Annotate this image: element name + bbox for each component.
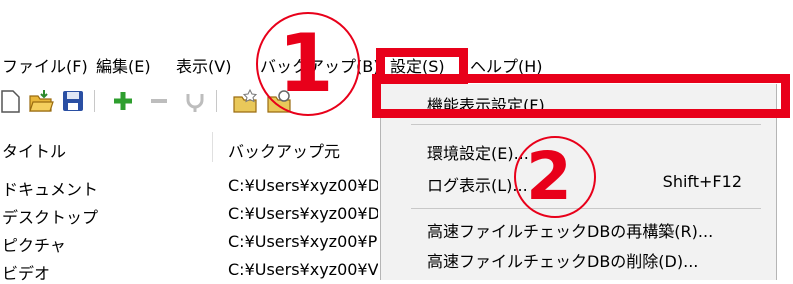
menu-item-label: 高速ファイルチェックDBの再構築(R)...	[427, 222, 714, 241]
filter-icon[interactable]	[182, 88, 208, 114]
menu-item-delete-check-db[interactable]: 高速ファイルチェックDBの削除(D)...	[381, 242, 776, 274]
folder-star-icon[interactable]	[232, 88, 258, 114]
menu-item-label: 高速ファイルチェックDBの削除(D)...	[427, 252, 699, 271]
table-row[interactable]: デスクトップ C:¥Users¥xyz00¥D	[0, 200, 380, 228]
row-title: ピクチャ	[2, 236, 66, 255]
add-icon[interactable]	[110, 88, 136, 114]
new-icon[interactable]	[0, 88, 26, 114]
step-2-number: 2	[526, 138, 572, 215]
table-row[interactable]: ピクチャ C:¥Users¥xyz00¥P	[0, 228, 380, 256]
menu-view[interactable]: 表示(V)	[176, 56, 231, 78]
menu-item-highlight	[372, 74, 790, 118]
menu-item-label: 環境設定(E)...	[427, 144, 529, 163]
row-source: C:¥Users¥xyz00¥D	[228, 204, 378, 223]
menu-file[interactable]: ファイル(F)	[2, 56, 88, 78]
remove-icon[interactable]	[146, 88, 172, 114]
column-divider[interactable]	[212, 132, 213, 162]
row-title: ドキュメント	[2, 180, 99, 199]
row-title: ビデオ	[2, 264, 51, 283]
menu-edit[interactable]: 編集(E)	[96, 56, 151, 78]
backup-list: タイトル バックアップ元 ドキュメント C:¥Users¥xyz00¥D デスク…	[0, 132, 380, 283]
column-header-title[interactable]: タイトル	[2, 138, 66, 162]
menu-item-shortcut: Shift+F12	[662, 172, 742, 191]
row-source: C:¥Users¥xyz00¥V	[228, 260, 378, 279]
row-source: C:¥Users¥xyz00¥D	[228, 176, 378, 195]
toolbar-divider	[216, 90, 217, 112]
table-row[interactable]: ドキュメント C:¥Users¥xyz00¥D	[0, 172, 380, 200]
menu-item-rebuild-check-db[interactable]: 高速ファイルチェックDBの再構築(R)...	[381, 212, 776, 244]
save-icon[interactable]	[60, 88, 86, 114]
toolbar-divider	[94, 90, 95, 112]
step-1-number: 1	[278, 17, 334, 110]
open-folder-icon[interactable]	[28, 88, 54, 114]
row-title: デスクトップ	[2, 208, 99, 227]
menu-separator	[411, 124, 761, 125]
row-source: C:¥Users¥xyz00¥P	[228, 232, 378, 251]
column-header-source[interactable]: バックアップ元	[228, 138, 340, 162]
menu-separator	[411, 208, 761, 209]
menu-item-label: ログ表示(L)...	[427, 176, 528, 195]
